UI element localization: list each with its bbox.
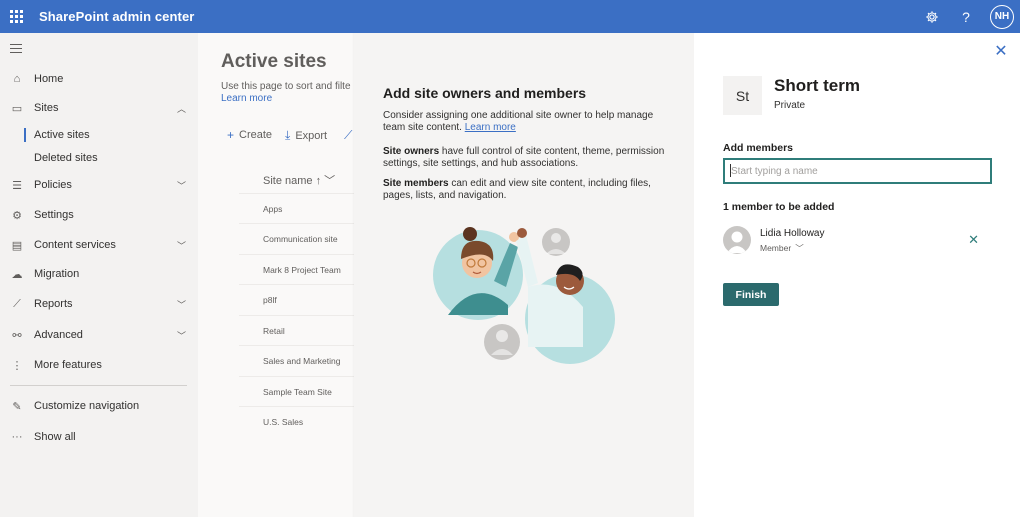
table-row[interactable]: Apps (239, 193, 358, 223)
export-button[interactable]: ⤓ Export (285, 128, 327, 143)
nav-item-advanced[interactable]: ⚯ Advanced ﹀ (0, 323, 198, 347)
settings-icon: ⚙ (12, 209, 22, 222)
intro-text: Consider assigning one additional site o… (383, 110, 654, 133)
nav-subitem-active-sites[interactable]: Active sites (34, 129, 90, 141)
content-services-icon: ▤ (11, 239, 23, 252)
intro-learn-more-link[interactable]: Learn more (465, 122, 516, 133)
collaboration-illustration (433, 227, 615, 364)
member-name: Lidia Holloway (760, 228, 825, 239)
hamburger-icon[interactable] (10, 44, 22, 56)
nav-label: More features (34, 359, 102, 371)
panel-form-section: ✕ St Short term Private Add members 1 me… (694, 33, 1020, 517)
app-launcher-icon[interactable] (0, 0, 33, 33)
export-label: Export (295, 129, 328, 142)
more-features-icon: ⋮ (11, 359, 23, 372)
chevron-down-icon[interactable]: ﹀ (177, 298, 186, 311)
home-icon: ⌂ (13, 73, 21, 85)
person-avatar-icon (723, 226, 751, 254)
table-row[interactable]: Retail (239, 315, 358, 345)
nav-item-migration[interactable]: ☁ Migration (0, 262, 198, 286)
sites-icon: ▭ (11, 102, 23, 115)
plus-icon: + (227, 128, 235, 142)
members-term: Site members (383, 178, 449, 189)
table-row[interactable]: p8lf (239, 284, 358, 314)
nav-label: Customize navigation (34, 400, 140, 412)
member-role-dropdown[interactable]: Member ﹀ (760, 242, 804, 254)
nav-item-customize-navigation[interactable]: ✎ Customize navigation (0, 394, 198, 418)
member-role-label: Member (760, 243, 792, 253)
nav-label: Content services (34, 239, 116, 251)
nav-subitem-deleted-sites[interactable]: Deleted sites (34, 152, 98, 164)
member-item: Lidia Holloway Member ﹀ ✕ (723, 226, 993, 256)
nav-label: Advanced (34, 329, 83, 341)
panel-info-section: Add site owners and members Consider ass… (354, 33, 694, 517)
chevron-up-icon[interactable]: ︿ (177, 102, 186, 115)
site-privacy: Private (774, 100, 806, 111)
nav-item-home[interactable]: ⌂ Home (0, 67, 198, 91)
remove-member-icon[interactable]: ✕ (968, 232, 979, 248)
nav-item-more-features[interactable]: ⋮ More features (0, 353, 198, 377)
nav-label: Migration (34, 268, 80, 280)
finish-button[interactable]: Finish (723, 283, 779, 306)
members-description: Site members can edit and view site cont… (383, 178, 675, 202)
download-icon: ⤓ (285, 128, 291, 142)
add-members-label: Add members (723, 142, 794, 154)
nav-item-content-services[interactable]: ▤ Content services ﹀ (0, 233, 198, 257)
owners-term: Site owners (383, 146, 440, 157)
nav-item-policies[interactable]: ☰ Policies ﹀ (0, 173, 198, 197)
table-row[interactable]: Sample Team Site (239, 376, 358, 406)
panel-heading: Add site owners and members (383, 85, 587, 101)
ellipsis-icon: ··· (11, 431, 23, 443)
page-title: Active sites (221, 51, 327, 72)
top-bar: SharePoint admin center ? NH (0, 0, 1020, 33)
chevron-down-icon: ﹀ (324, 175, 336, 187)
chevron-down-icon: ﹀ (795, 243, 804, 253)
create-button[interactable]: + Create (227, 128, 272, 142)
column-header-site-name[interactable]: Site name ↑ ﹀ (263, 172, 335, 188)
user-avatar[interactable]: NH (990, 4, 1014, 29)
advanced-icon: ⚯ (12, 329, 22, 342)
table-row[interactable]: Mark 8 Project Team (239, 254, 358, 284)
owners-description: Site owners have full control of site co… (383, 146, 675, 170)
text-cursor (730, 164, 731, 177)
site-tile: St (723, 76, 762, 115)
nav-label: Settings (34, 209, 74, 221)
policies-icon: ☰ (12, 179, 22, 192)
table-row[interactable]: U.S. Sales (239, 406, 358, 436)
close-icon[interactable]: ✕ (994, 44, 1008, 60)
nav-label: Show all (34, 431, 76, 443)
nav-item-reports[interactable]: ⟋ Reports ﹀ (0, 292, 198, 316)
migration-icon: ☁ (11, 268, 23, 281)
members-count-label: 1 member to be added (723, 201, 835, 213)
main-content: Active sites Use this page to sort and f… (198, 33, 358, 517)
nav-divider (10, 385, 187, 386)
chevron-down-icon[interactable]: ﹀ (177, 179, 186, 192)
table-row[interactable]: Sales and Marketing (239, 345, 358, 375)
site-name: Short term (774, 76, 860, 95)
nav-item-show-all[interactable]: ··· Show all (0, 425, 198, 449)
help-icon[interactable]: ? (956, 7, 976, 27)
gear-icon[interactable] (922, 7, 942, 27)
left-navigation: ⌂ Home ▭ Sites ︿ Active sites Deleted si… (0, 33, 198, 517)
nav-label: Home (34, 73, 64, 85)
reports-icon: ⟋ (13, 297, 21, 310)
nav-item-sites[interactable]: ▭ Sites ︿ (0, 96, 198, 120)
chevron-down-icon[interactable]: ﹀ (177, 329, 186, 342)
chevron-down-icon[interactable]: ﹀ (177, 239, 186, 252)
selected-indicator (24, 128, 26, 142)
nav-label: Sites (34, 102, 59, 114)
nav-label: Reports (34, 298, 73, 310)
pencil-icon: ✎ (12, 400, 22, 413)
nav-item-settings[interactable]: ⚙ Settings (0, 203, 198, 227)
app-title[interactable]: SharePoint admin center (39, 9, 194, 24)
table-row[interactable]: Communication site (239, 223, 358, 253)
create-label: Create (239, 129, 273, 141)
column-header-label: Site name ↑ (263, 175, 322, 187)
add-members-input[interactable] (723, 158, 992, 184)
page-description: Use this page to sort and filte (221, 81, 351, 92)
panel-intro: Consider assigning one additional site o… (383, 110, 675, 134)
learn-more-link[interactable]: Learn more (221, 93, 272, 104)
nav-label: Policies (34, 179, 72, 191)
